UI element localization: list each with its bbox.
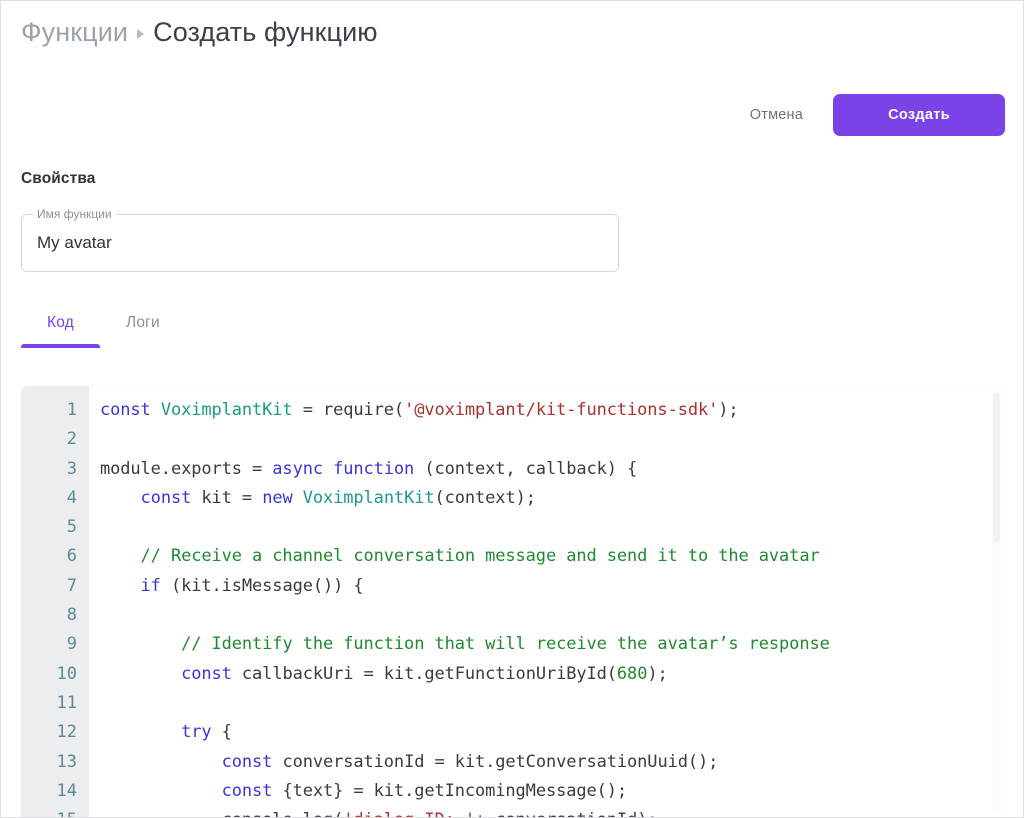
code-token: {	[211, 722, 232, 743]
code-token: async function	[272, 458, 415, 479]
breadcrumb-parent-link[interactable]: Функции	[21, 17, 128, 48]
code-token: new	[262, 487, 293, 508]
code-token: module.exports =	[100, 458, 273, 479]
code-token: (context);	[434, 487, 536, 508]
code-token: callbackUri = kit.getFunctionUriById(	[231, 663, 617, 684]
code-token: 680	[616, 663, 648, 684]
code-token: = require(	[292, 400, 405, 420]
line-number: 2	[66, 429, 77, 450]
editor-vertical-scrollbar[interactable]	[992, 392, 1001, 811]
code-token: + conversationId);	[475, 810, 658, 817]
code-token: const	[100, 400, 161, 420]
function-name-field[interactable]: Имя функции	[21, 206, 619, 272]
action-bar: Отмена Создать	[742, 94, 1005, 136]
code-token: kit =	[191, 487, 263, 508]
line-number: 8	[66, 605, 77, 626]
line-number: 7	[66, 575, 77, 596]
page-title: Создать функцию	[153, 17, 378, 47]
code-token: '@voximplant/kit-functions-sdk'	[404, 400, 719, 420]
line-number: 13	[56, 751, 77, 772]
code-token: );	[647, 663, 668, 684]
code-token: const	[221, 780, 273, 801]
code-line: const kit = new VoximplantKit(context);	[100, 484, 1004, 513]
code-token: // Identify the function that will recei…	[181, 634, 830, 655]
code-line: const conversationId = kit.getConversati…	[100, 748, 1004, 777]
code-token: VoximplantKit	[160, 400, 293, 420]
create-function-page: Функции Создать функцию Отмена Создать С…	[0, 0, 1024, 818]
tab-logs[interactable]: Логи	[100, 306, 186, 348]
code-token: const	[140, 487, 192, 508]
code-line: const {text} = kit.getIncomingMessage();	[100, 777, 1004, 806]
code-token: const	[221, 751, 273, 772]
code-line: if (kit.isMessage()) {	[100, 572, 1004, 601]
editor-tabs: Код Логи	[21, 306, 186, 348]
code-line: // Receive a channel conversation messag…	[100, 542, 1004, 571]
code-token: // Receive a channel conversation messag…	[140, 546, 820, 567]
properties-section-title: Свойства	[21, 170, 96, 187]
line-number: 12	[56, 722, 77, 743]
code-editor[interactable]: 12345678910111213141516 const Voximplant…	[21, 386, 1004, 817]
create-button[interactable]: Создать	[833, 94, 1005, 136]
cancel-button[interactable]: Отмена	[742, 101, 811, 129]
code-token: (context, callback) {	[414, 458, 638, 479]
breadcrumb: Функции Создать функцию	[21, 17, 378, 48]
code-line: const VoximplantKit = require('@voximpla…	[100, 396, 1004, 425]
code-line: // Identify the function that will recei…	[100, 630, 1004, 659]
tab-code[interactable]: Код	[21, 306, 100, 348]
line-number: 5	[66, 517, 77, 538]
code-token: (kit.isMessage()) {	[160, 575, 364, 596]
chevron-right-icon	[137, 28, 145, 39]
line-number: 3	[66, 458, 77, 479]
code-token: console.log(	[222, 810, 344, 817]
function-name-input[interactable]	[21, 214, 619, 272]
editor-scrollbar-thumb[interactable]	[993, 392, 1000, 542]
code-token: 'dialog ID: '	[343, 810, 475, 817]
code-token: if	[140, 575, 161, 596]
code-line: try {	[100, 718, 1004, 747]
line-number: 15	[21, 806, 89, 817]
code-token: const	[181, 663, 232, 684]
code-line: module.exports = async function (context…	[100, 455, 1004, 484]
code-token: {text} = kit.getIncomingMessage();	[272, 780, 628, 801]
line-number: 9	[66, 634, 77, 655]
code-line: console.log('dialog ID: '+ conversationI…	[100, 806, 1004, 817]
code-content[interactable]: const VoximplantKit = require('@voximpla…	[89, 386, 1004, 817]
line-number: 4	[66, 487, 77, 508]
code-token: VoximplantKit	[302, 487, 435, 508]
function-name-label: Имя функции	[33, 206, 116, 222]
line-number: 14	[56, 780, 77, 801]
line-number: 11	[56, 692, 77, 713]
line-number-gutter: 12345678910111213141516	[21, 386, 89, 817]
line-number: 1	[66, 400, 77, 420]
code-token: try	[181, 722, 212, 743]
code-token: conversationId = kit.getConversationUuid…	[272, 751, 719, 772]
line-number: 6	[66, 546, 77, 567]
code-token: );	[718, 400, 739, 420]
code-line: const callbackUri = kit.getFunctionUriBy…	[100, 660, 1004, 689]
line-number: 10	[56, 663, 77, 684]
